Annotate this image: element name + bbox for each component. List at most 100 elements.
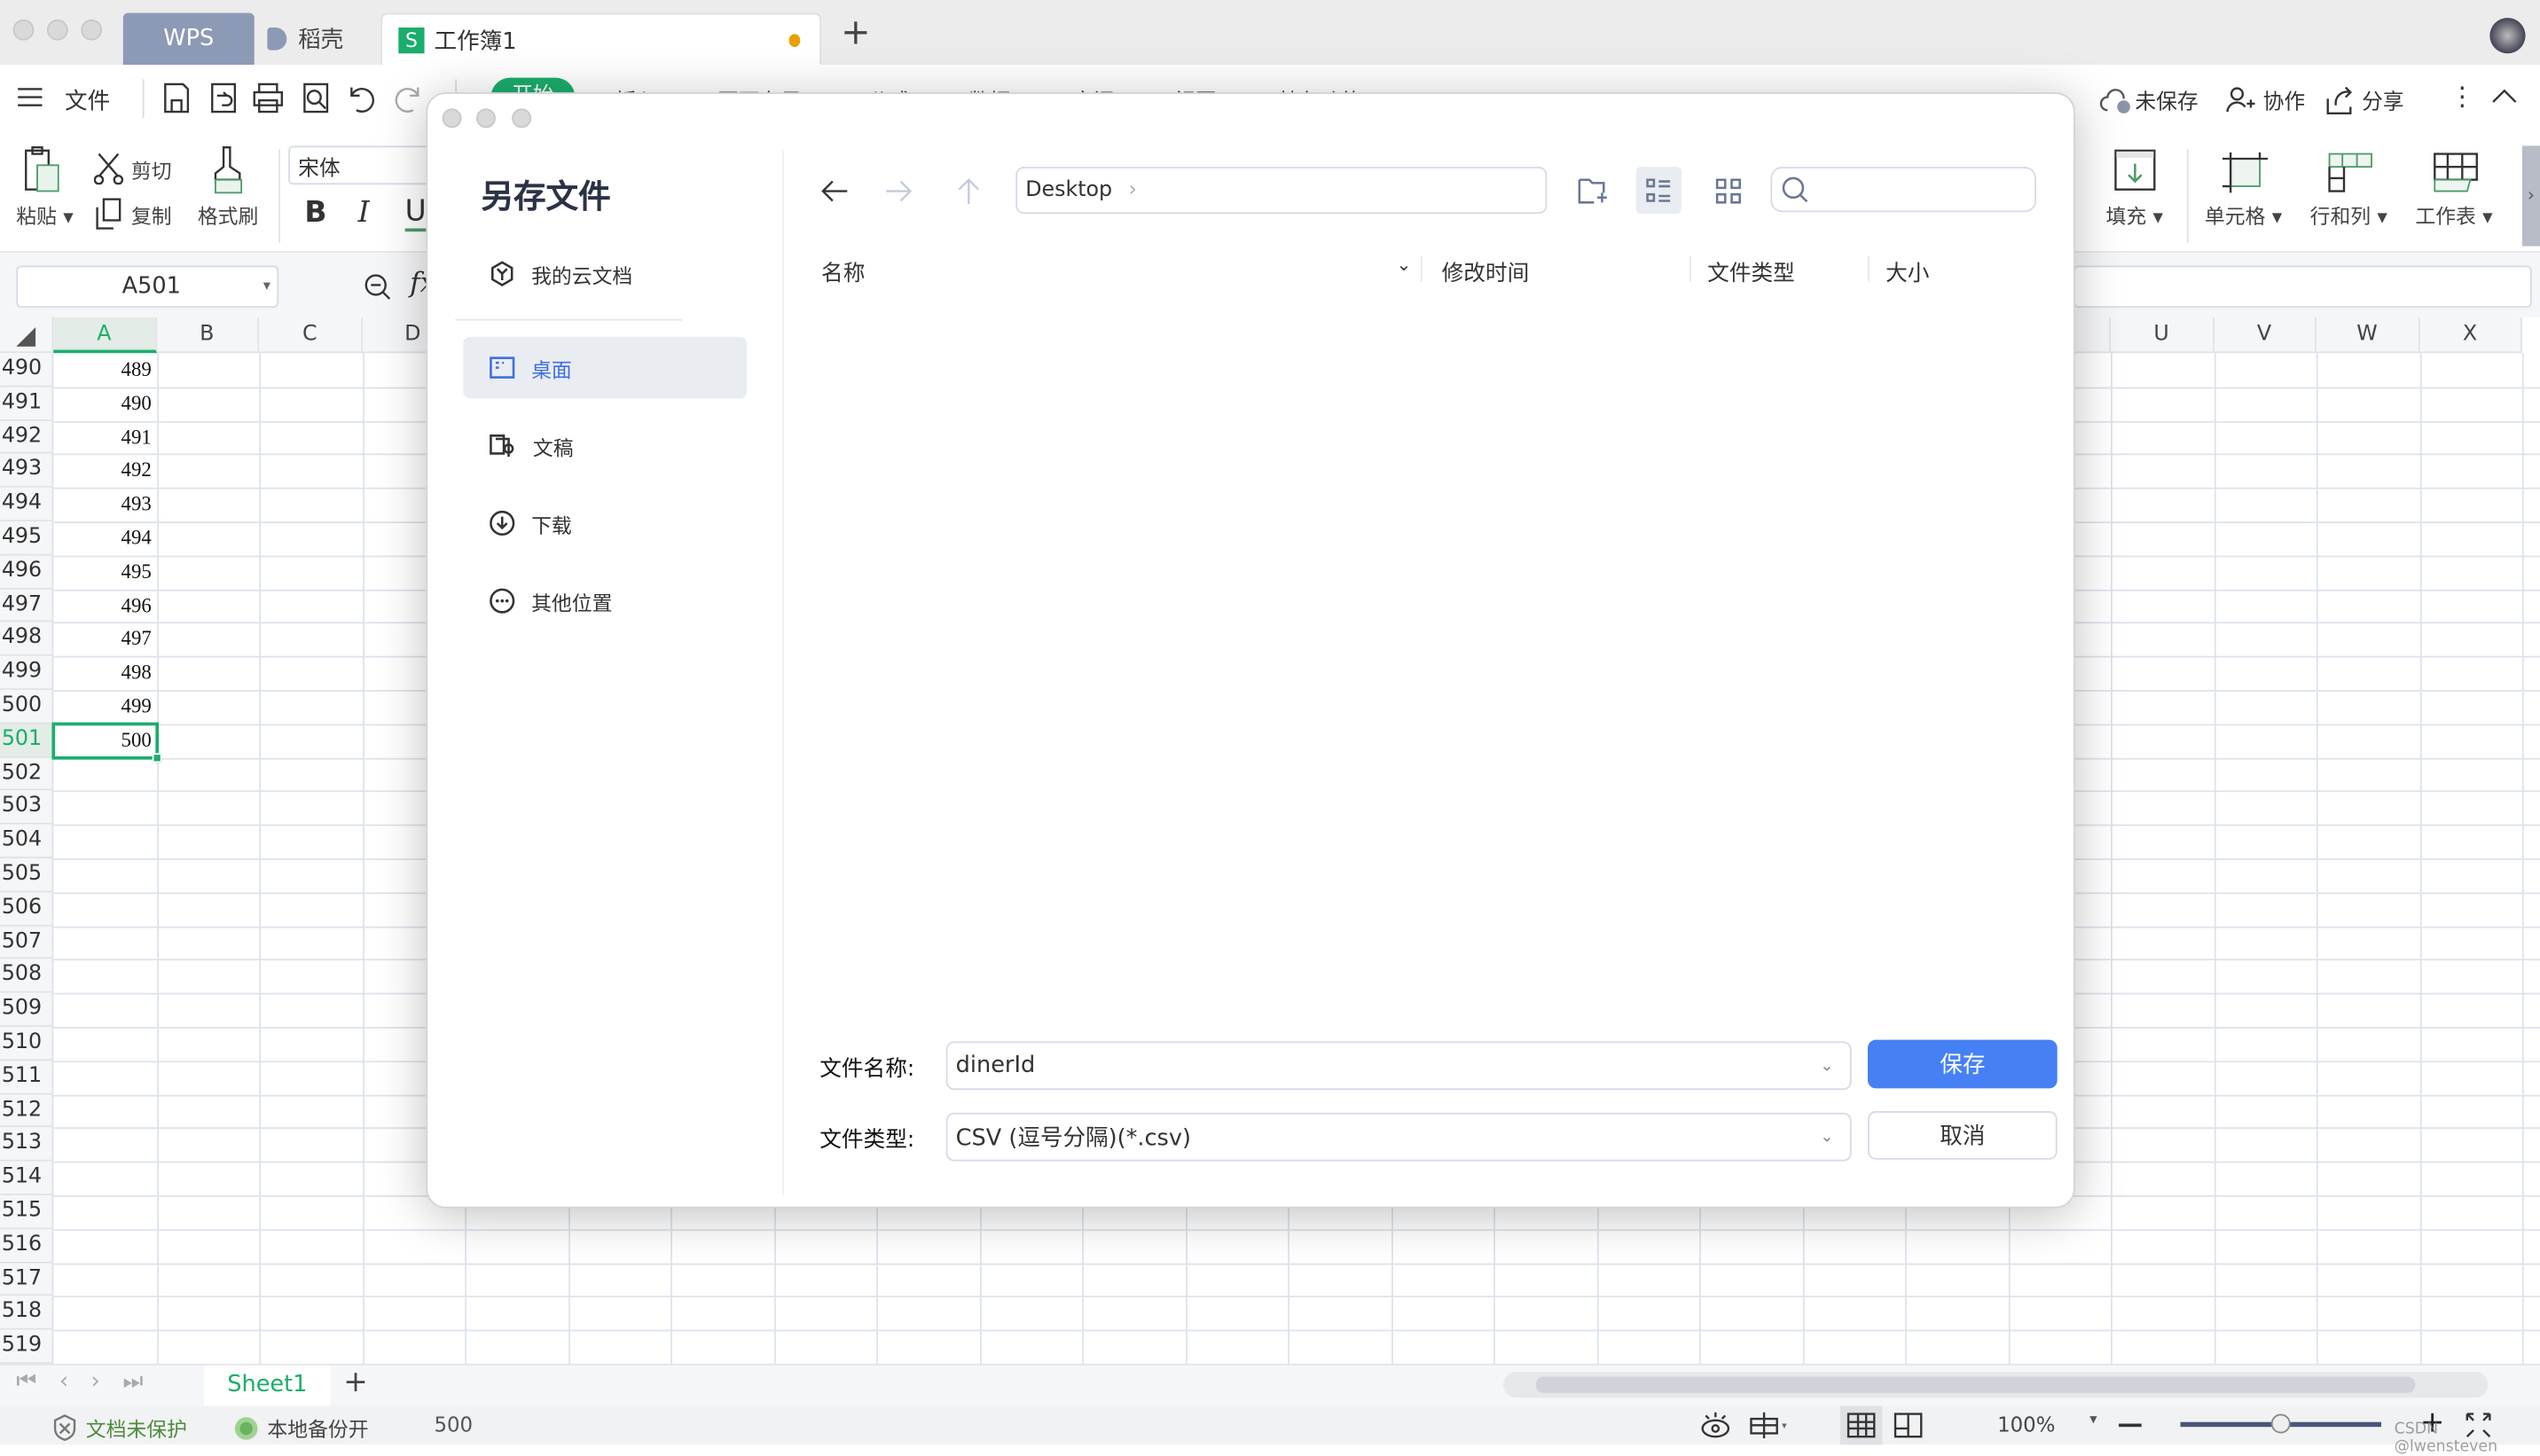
row-header-516[interactable]: 516 bbox=[0, 1228, 54, 1263]
paste-icon[interactable] bbox=[23, 145, 65, 194]
new-folder-icon[interactable] bbox=[1578, 176, 1607, 206]
underline-button[interactable]: U bbox=[404, 195, 427, 232]
freeze-panes-icon[interactable] bbox=[1750, 1411, 1791, 1440]
collaborate-button[interactable]: 协作 bbox=[2226, 84, 2305, 115]
row-header-498[interactable]: 498 bbox=[0, 622, 54, 657]
cell-A491[interactable]: 490 bbox=[53, 387, 156, 420]
sort-chevron-icon[interactable]: ⌄ bbox=[1396, 254, 1411, 276]
row-header-514[interactable]: 514 bbox=[0, 1161, 54, 1195]
cell-A497[interactable]: 496 bbox=[53, 589, 156, 622]
bold-button[interactable]: B bbox=[304, 196, 326, 230]
row-header-512[interactable]: 512 bbox=[0, 1093, 54, 1128]
format-painter-icon[interactable] bbox=[210, 145, 246, 194]
print-preview-icon[interactable] bbox=[302, 82, 331, 114]
rows-columns-icon[interactable] bbox=[2328, 153, 2373, 194]
collapse-ribbon-icon[interactable] bbox=[2491, 88, 2517, 104]
cancel-button[interactable]: 取消 bbox=[1867, 1110, 2058, 1160]
row-header-495[interactable]: 495 bbox=[0, 521, 54, 556]
sheet-nav-buttons[interactable]: ⏮‹›⏭ bbox=[16, 1368, 166, 1394]
cell-A490[interactable]: 489 bbox=[53, 353, 156, 387]
row-header-518[interactable]: 518 bbox=[0, 1296, 54, 1330]
undo-icon[interactable] bbox=[347, 82, 376, 114]
row-header-499[interactable]: 499 bbox=[0, 656, 54, 691]
row-header-506[interactable]: 506 bbox=[0, 892, 54, 927]
page-view-icon[interactable] bbox=[1893, 1413, 1923, 1438]
cell-A495[interactable]: 494 bbox=[53, 521, 156, 555]
file-list[interactable] bbox=[817, 296, 2048, 1025]
row-header-500[interactable]: 500 bbox=[0, 690, 54, 724]
cell-A492[interactable]: 491 bbox=[53, 420, 156, 454]
row-header-517[interactable]: 517 bbox=[0, 1262, 54, 1296]
column-header-type[interactable]: 文件类型 bbox=[1707, 254, 1795, 286]
sidebar-item-cloud-docs[interactable]: 我的云文档 bbox=[463, 243, 747, 304]
column-header-modified[interactable]: 修改时间 bbox=[1442, 254, 1530, 286]
name-box[interactable]: A501 ▾ bbox=[16, 265, 279, 309]
up-arrow-icon[interactable] bbox=[956, 176, 982, 206]
worksheet-button[interactable]: 工作表 ▾ bbox=[2415, 200, 2492, 231]
row-header-507[interactable]: 507 bbox=[0, 926, 54, 960]
worksheet-icon[interactable] bbox=[2433, 153, 2478, 194]
row-header-503[interactable]: 503 bbox=[0, 791, 54, 826]
fill-handle[interactable] bbox=[151, 752, 161, 763]
menu-icon[interactable] bbox=[18, 88, 43, 107]
redo-icon[interactable] bbox=[394, 82, 423, 114]
ribbon-scroll-right-button[interactable]: › bbox=[2521, 145, 2540, 247]
row-header-490[interactable]: 490 bbox=[0, 353, 54, 387]
cut-button[interactable]: 剪切 bbox=[93, 153, 172, 185]
row-header-508[interactable]: 508 bbox=[0, 959, 54, 994]
sidebar-item-other-locations[interactable]: 其他位置 bbox=[463, 570, 747, 631]
cell-A501[interactable]: 500 bbox=[51, 722, 159, 759]
save-icon[interactable] bbox=[162, 82, 192, 114]
window-zoom-button[interactable] bbox=[81, 19, 103, 41]
format-painter-button[interactable]: 格式刷 bbox=[198, 200, 259, 231]
row-header-492[interactable]: 492 bbox=[0, 420, 54, 455]
share-button[interactable]: 分享 bbox=[2324, 84, 2404, 115]
window-close-button[interactable] bbox=[12, 19, 35, 41]
cell-A493[interactable]: 492 bbox=[53, 454, 156, 488]
sidebar-item-downloads[interactable]: 下载 bbox=[463, 492, 747, 553]
zoom-slider-handle[interactable] bbox=[2270, 1413, 2291, 1434]
fill-icon[interactable] bbox=[2114, 149, 2156, 191]
row-header-510[interactable]: 510 bbox=[0, 1027, 54, 1061]
scrollbar-thumb[interactable] bbox=[1535, 1376, 2416, 1393]
row-header-497[interactable]: 497 bbox=[0, 589, 54, 623]
print-icon[interactable] bbox=[253, 82, 284, 114]
more-options-icon[interactable]: ⋮ bbox=[2450, 81, 2475, 112]
eye-protection-icon[interactable] bbox=[1699, 1411, 1732, 1440]
back-arrow-icon[interactable] bbox=[819, 178, 849, 204]
fill-button[interactable]: 填充 ▾ bbox=[2105, 200, 2162, 231]
add-sheet-button[interactable]: + bbox=[343, 1366, 368, 1399]
row-header-513[interactable]: 513 bbox=[0, 1127, 54, 1162]
column-header-V[interactable]: V bbox=[2213, 317, 2317, 354]
dialog-minimize-button[interactable] bbox=[475, 108, 496, 129]
forward-arrow-icon[interactable] bbox=[884, 178, 913, 204]
row-header-502[interactable]: 502 bbox=[0, 757, 54, 792]
list-view-button[interactable] bbox=[1635, 167, 1682, 215]
cell-A496[interactable]: 495 bbox=[53, 555, 156, 589]
sidebar-item-desktop[interactable]: 桌面 bbox=[463, 336, 748, 399]
cell-A498[interactable]: 497 bbox=[53, 622, 156, 656]
path-breadcrumb[interactable]: Desktop › bbox=[1015, 167, 1548, 215]
select-all-corner[interactable] bbox=[0, 317, 54, 354]
dialog-close-button[interactable] bbox=[442, 108, 462, 129]
row-header-501[interactable]: 501 bbox=[0, 724, 54, 758]
zoom-formula-icon[interactable] bbox=[363, 272, 392, 301]
column-header-A[interactable]: A bbox=[53, 317, 157, 354]
paste-button[interactable]: 粘贴 ▾ bbox=[16, 200, 73, 231]
column-header-size[interactable]: 大小 bbox=[1885, 254, 1929, 286]
unsaved-status-button[interactable]: 未保存 bbox=[2099, 84, 2199, 115]
sheet-tab-sheet1[interactable]: Sheet1 bbox=[204, 1365, 331, 1406]
row-header-511[interactable]: 511 bbox=[0, 1061, 54, 1094]
horizontal-scrollbar[interactable] bbox=[1503, 1372, 2489, 1398]
window-minimize-button[interactable] bbox=[46, 19, 68, 41]
filename-input[interactable]: dinerId ⌄ bbox=[945, 1041, 1852, 1091]
export-icon[interactable] bbox=[209, 82, 239, 114]
search-input[interactable] bbox=[1770, 167, 2036, 213]
row-header-496[interactable]: 496 bbox=[0, 555, 54, 590]
formula-input[interactable] bbox=[2073, 265, 2532, 309]
zoom-dropdown-icon[interactable]: ▾ bbox=[2089, 1413, 2097, 1429]
zoom-level[interactable]: 100% bbox=[1997, 1413, 2055, 1436]
rows-columns-button[interactable]: 行和列 ▾ bbox=[2310, 200, 2387, 231]
tab-workbook[interactable]: S 工作簿1 bbox=[380, 12, 822, 66]
row-header-519[interactable]: 519 bbox=[0, 1329, 54, 1364]
